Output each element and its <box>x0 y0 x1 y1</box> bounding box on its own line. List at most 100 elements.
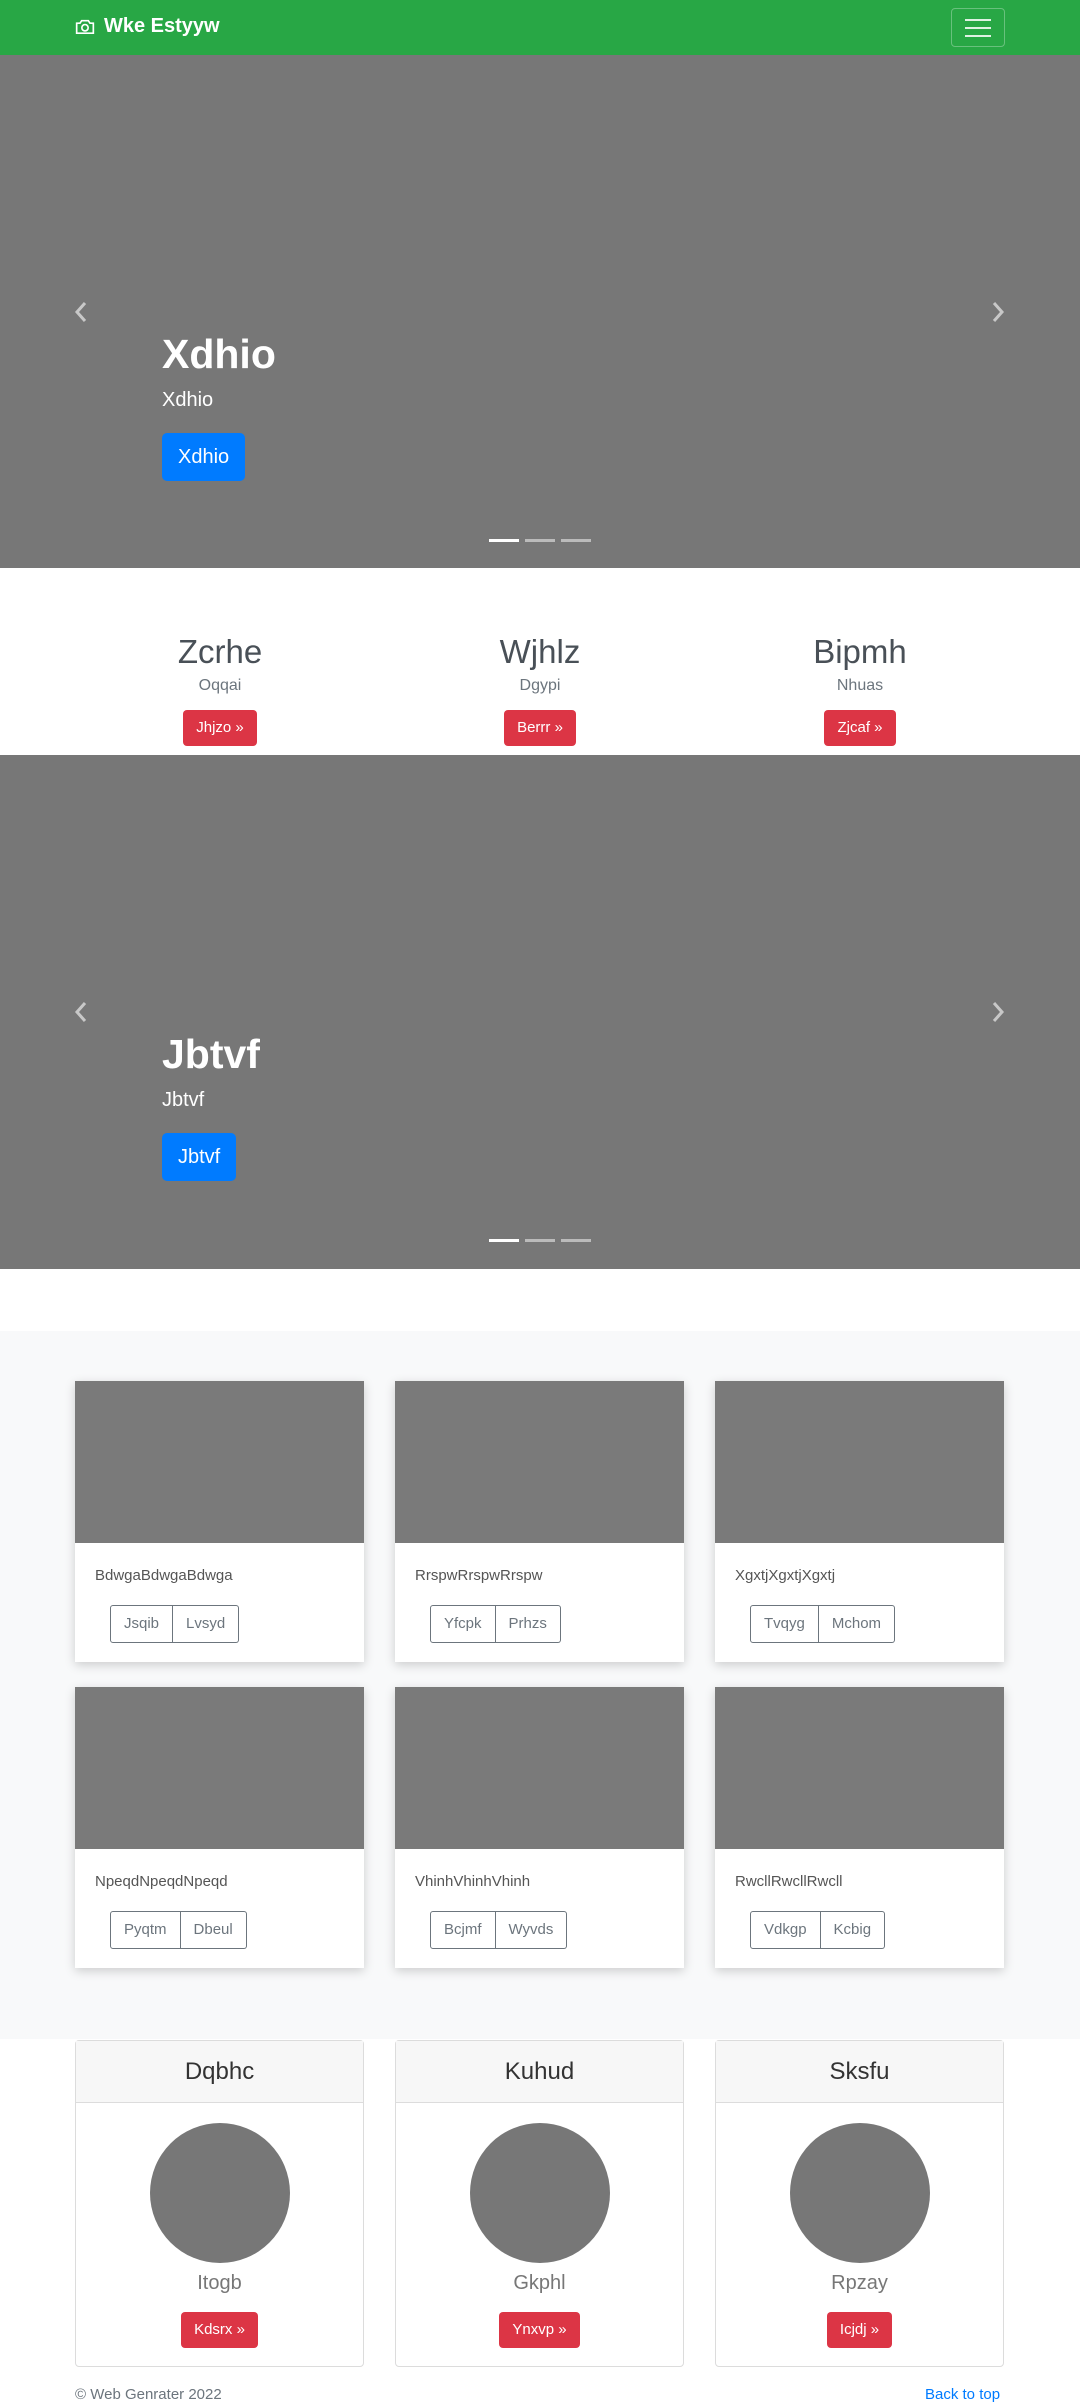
feature-heading: Bipmh <box>813 633 907 670</box>
carousel-indicators <box>489 1239 591 1242</box>
carousel-prev-button[interactable] <box>61 992 101 1032</box>
card-edit-button[interactable]: Prhzs <box>495 1605 561 1643</box>
carousel-indicators <box>489 539 591 542</box>
profile-button[interactable]: Icjdj » <box>826 2312 893 2348</box>
profile-header: Sksfu <box>716 2041 1003 2103</box>
carousel-cta-button[interactable]: Jbtvf <box>162 1133 237 1181</box>
profile-name: Rpzay <box>831 2272 888 2294</box>
carousel-cta-button[interactable]: Xdhio <box>162 433 246 481</box>
profile-name: Gkphl <box>513 2272 566 2294</box>
album-card: BdwgaBdwgaBdwga Jsqib Lvsyd <box>75 1381 364 1662</box>
avatar <box>469 2123 610 2263</box>
card-edit-button[interactable]: Kcbig <box>820 1911 886 1949</box>
carousel-indicator[interactable] <box>525 1239 555 1242</box>
profile-header: Dqbhc <box>76 2041 363 2103</box>
feature-column: Zcrhe Oqqai Jhjzo » <box>70 632 370 746</box>
avatar <box>149 2123 290 2263</box>
carousel-indicator[interactable] <box>489 1239 519 1242</box>
chevron-left-icon <box>74 1002 87 1022</box>
carousel-heading: Xdhio <box>162 331 276 377</box>
card-button-group: Vdkgp Kcbig <box>750 1911 886 1949</box>
navbar: Wke Estyyw <box>0 0 1080 55</box>
album-card: XgxtjXgxtjXgxtj Tvqyg Mchom <box>715 1381 1004 1662</box>
carousel-indicator[interactable] <box>525 539 555 542</box>
card-button-group: Tvqyg Mchom <box>750 1605 896 1643</box>
profile-button[interactable]: Kdsrx » <box>181 2312 258 2348</box>
back-to-top-link[interactable]: Back to top <box>925 2386 1000 2403</box>
feature-text: Dgypi <box>519 677 561 694</box>
card-thumbnail <box>75 1381 364 1543</box>
card-text: XgxtjXgxtjXgxtj <box>735 1567 836 1584</box>
brand-link[interactable]: Wke Estyyw <box>75 15 220 38</box>
card-thumbnail <box>395 1687 684 1849</box>
card-button-group: Yfcpk Prhzs <box>430 1605 561 1643</box>
brand-label: Wke Estyyw <box>104 15 220 37</box>
carousel-next-button[interactable] <box>978 292 1018 332</box>
card-view-button[interactable]: Vdkgp <box>750 1911 821 1949</box>
camera-icon <box>75 19 95 34</box>
profile-card: Kuhud Gkphl Ynxvp » <box>395 2040 684 2367</box>
carousel-subheading: Xdhio <box>162 389 214 411</box>
card-button-group: Pyqtm Dbeul <box>110 1911 247 1949</box>
card-view-button[interactable]: Jsqib <box>110 1605 174 1643</box>
chevron-right-icon <box>992 1002 1005 1022</box>
profile-card: Dqbhc Itogb Kdsrx » <box>75 2040 364 2367</box>
hamburger-icon-line <box>965 26 991 29</box>
card-text: VhinhVhinhVhinh <box>415 1873 531 1890</box>
carousel-caption: Xdhio Xdhio Xdhio <box>162 330 276 481</box>
carousel-prev-button[interactable] <box>61 292 101 332</box>
carousel-indicator[interactable] <box>561 539 591 542</box>
profile-header: Kuhud <box>396 2041 683 2103</box>
carousel-caption: Jbtvf Jbtvf Jbtvf <box>162 1030 260 1181</box>
card-text: RrspwRrspwRrspw <box>415 1567 543 1584</box>
card-thumbnail <box>715 1687 1004 1849</box>
carousel-heading: Jbtvf <box>162 1031 260 1077</box>
hamburger-icon-line <box>965 18 991 21</box>
album-section: BdwgaBdwgaBdwga Jsqib Lvsyd RrspwRrspwRr… <box>0 1331 1080 2039</box>
avatar <box>789 2123 930 2263</box>
feature-text: Oqqai <box>198 677 242 694</box>
chevron-right-icon <box>992 302 1005 322</box>
card-text: BdwgaBdwgaBdwga <box>95 1567 233 1584</box>
card-button-group: Bcjmf Wyvds <box>430 1911 568 1949</box>
card-edit-button[interactable]: Dbeul <box>180 1911 247 1949</box>
feature-column: Wjhlz Dgypi Berrr » <box>390 632 690 746</box>
feature-column: Bipmh Nhuas Zjcaf » <box>710 632 1010 746</box>
card-thumbnail <box>75 1687 364 1849</box>
footer-copyright: © Web Genrater 2022 <box>75 2386 222 2403</box>
carousel-subheading: Jbtvf <box>162 1089 205 1111</box>
profile-button[interactable]: Ynxvp » <box>499 2312 580 2348</box>
carousel-indicator[interactable] <box>561 1239 591 1242</box>
album-card: VhinhVhinhVhinh Bcjmf Wyvds <box>395 1687 684 1968</box>
card-view-button[interactable]: Tvqyg <box>750 1605 819 1643</box>
carousel-indicator[interactable] <box>489 539 519 542</box>
card-view-button[interactable]: Pyqtm <box>110 1911 181 1949</box>
feature-text: Nhuas <box>836 677 884 694</box>
profile-name: Itogb <box>197 2272 242 2294</box>
card-edit-button[interactable]: Lvsyd <box>173 1605 240 1643</box>
album-card: RrspwRrspwRrspw Yfcpk Prhzs <box>395 1381 684 1662</box>
card-view-button[interactable]: Yfcpk <box>430 1605 496 1643</box>
profile-card: Sksfu Rpzay Icjdj » <box>715 2040 1004 2367</box>
feature-heading: Wjhlz <box>499 633 581 670</box>
card-button-group: Jsqib Lvsyd <box>110 1605 240 1643</box>
hero-carousel: Xdhio Xdhio Xdhio <box>0 55 1080 568</box>
feature-button[interactable]: Zjcaf » <box>824 710 896 746</box>
hamburger-icon-line <box>965 34 991 37</box>
carousel-next-button[interactable] <box>978 992 1018 1032</box>
feature-button[interactable]: Jhjzo » <box>183 710 257 746</box>
card-thumbnail <box>395 1381 684 1543</box>
album-card: NpeqdNpeqdNpeqd Pyqtm Dbeul <box>75 1687 364 1968</box>
card-edit-button[interactable]: Wyvds <box>495 1911 568 1949</box>
card-text: NpeqdNpeqdNpeqd <box>95 1873 228 1890</box>
feature-heading: Zcrhe <box>177 633 263 670</box>
card-text: RwcllRwcllRwcll <box>735 1873 843 1890</box>
navbar-toggler-button[interactable] <box>951 8 1005 47</box>
feature-button[interactable]: Berrr » <box>504 710 576 746</box>
card-view-button[interactable]: Bcjmf <box>430 1911 496 1949</box>
card-edit-button[interactable]: Mchom <box>818 1605 896 1643</box>
chevron-left-icon <box>74 302 87 322</box>
album-card: RwcllRwcllRwcll Vdkgp Kcbig <box>715 1687 1004 1968</box>
secondary-carousel: Jbtvf Jbtvf Jbtvf <box>0 755 1080 1269</box>
card-thumbnail <box>715 1381 1004 1543</box>
